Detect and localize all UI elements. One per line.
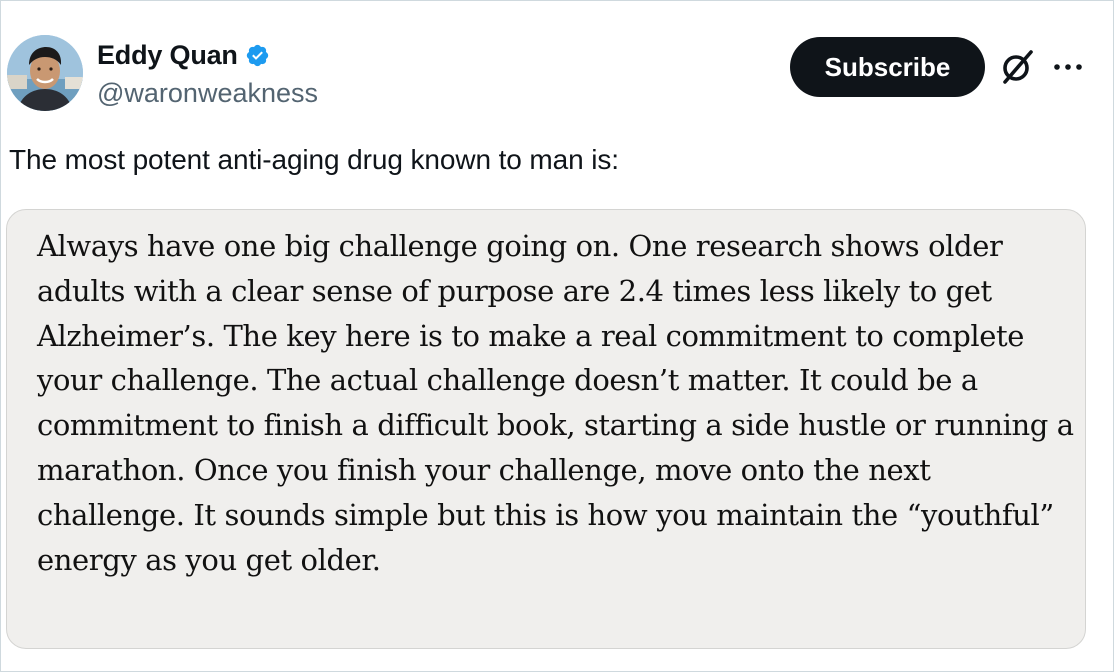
subscribe-button[interactable]: Subscribe bbox=[790, 37, 985, 97]
author-avatar[interactable] bbox=[7, 35, 83, 111]
verified-badge-icon[interactable] bbox=[245, 43, 270, 68]
post-text: The most potent anti-aging drug known to… bbox=[9, 144, 619, 175]
more-icon[interactable] bbox=[1051, 55, 1085, 79]
quote-image-text: Always have one big challenge going on. … bbox=[37, 229, 1074, 577]
quote-image-card[interactable]: Always have one big challenge going on. … bbox=[6, 209, 1086, 649]
author-handle[interactable]: @waronweakness bbox=[97, 78, 318, 109]
post-frame: Eddy Quan @waronweakness Subscribe The m… bbox=[0, 0, 1114, 672]
grok-icon[interactable] bbox=[998, 47, 1036, 87]
author-name-row: Eddy Quan bbox=[97, 39, 270, 71]
avatar-photo bbox=[7, 35, 83, 111]
author-display-name[interactable]: Eddy Quan bbox=[97, 40, 238, 71]
